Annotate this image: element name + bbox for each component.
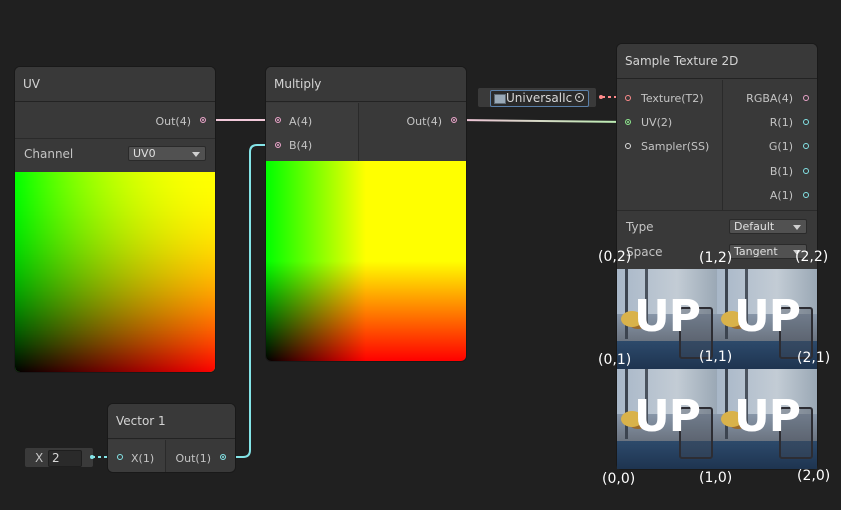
multiply-preview-green-layer bbox=[266, 161, 466, 361]
texture-icon bbox=[494, 94, 506, 104]
sample-type-value: Default bbox=[734, 220, 775, 233]
sample-in-uv-port[interactable] bbox=[625, 119, 631, 125]
sample-type-dropdown[interactable]: Default bbox=[729, 219, 807, 234]
sample-in-texture-port[interactable] bbox=[625, 95, 631, 101]
texture-link-dot bbox=[599, 95, 603, 99]
uv-preview-green-layer bbox=[15, 172, 215, 372]
uv-node-title: UV bbox=[15, 67, 215, 102]
multiply-out-label: Out(4) bbox=[406, 115, 442, 128]
vector1-x-field-container: X 2 bbox=[25, 448, 93, 467]
sample-out-a-port[interactable] bbox=[803, 192, 809, 198]
sample-out-r-label: R(1) bbox=[769, 116, 793, 129]
sample-type-label: Type bbox=[626, 220, 654, 234]
sample-in-sampler-port[interactable] bbox=[625, 143, 631, 149]
texture-object-field[interactable]: UniversalIc bbox=[490, 90, 589, 107]
multiply-out-port[interactable] bbox=[451, 117, 457, 123]
sample-node-title: Sample Texture 2D bbox=[617, 44, 817, 79]
coord-label-0-0: (0,0) bbox=[602, 471, 636, 487]
coord-label-1-0: (1,0) bbox=[699, 470, 733, 486]
sample-out-r-port[interactable] bbox=[803, 119, 809, 125]
texture-input-label: UniversalIc bbox=[506, 91, 573, 105]
vector1-out-label: Out(1) bbox=[175, 452, 211, 465]
vector1-x-value: 2 bbox=[52, 451, 60, 465]
sample-out-g-label: G(1) bbox=[768, 140, 793, 153]
sample-in-texture-label: Texture(T2) bbox=[641, 92, 704, 105]
sample-out-b-port[interactable] bbox=[803, 168, 809, 174]
multiply-node-title: Multiply bbox=[266, 67, 466, 102]
uv-channel-value: UV0 bbox=[133, 147, 156, 160]
sample-space-label: Space bbox=[626, 245, 663, 259]
coord-label-2-1: (2,1) bbox=[797, 350, 831, 366]
uv-preview bbox=[15, 172, 215, 372]
vector1-x-field-label: X bbox=[35, 451, 44, 465]
sample-out-a-label: A(1) bbox=[769, 189, 793, 202]
multiply-in-a-port[interactable] bbox=[275, 117, 281, 123]
multiply-in-b-label: B(4) bbox=[289, 139, 313, 152]
multiply-node[interactable]: Multiply A(4) B(4) Out(4) bbox=[266, 67, 466, 361]
sample-settings-divider bbox=[617, 210, 817, 211]
tile-up-text: UP bbox=[734, 291, 801, 342]
vector1-out-port[interactable] bbox=[220, 454, 226, 460]
sample-preview-tile: UP bbox=[717, 369, 817, 469]
multiply-in-a-label: A(4) bbox=[289, 115, 313, 128]
texture-input-container: UniversalIc bbox=[478, 88, 596, 107]
chevron-down-icon bbox=[793, 225, 801, 230]
tile-up-text: UP bbox=[734, 391, 801, 442]
sample-in-uv-label: UV(2) bbox=[641, 116, 673, 129]
wire-multiply-to-sample-uv bbox=[458, 119, 629, 123]
field-link-dot bbox=[90, 455, 94, 459]
multiply-preview bbox=[266, 161, 466, 361]
uv-divider bbox=[15, 138, 215, 139]
tile-up-text: UP bbox=[634, 391, 701, 442]
sample-out-g-port[interactable] bbox=[803, 143, 809, 149]
vector1-in-x-label: X(1) bbox=[131, 452, 155, 465]
vector1-in-x-port[interactable] bbox=[117, 454, 123, 460]
sample-in-sampler-label: Sampler(SS) bbox=[641, 140, 710, 153]
object-picker-icon[interactable] bbox=[575, 93, 584, 102]
sample-space-value: Tangent bbox=[734, 245, 778, 258]
coord-label-2-0: (2,0) bbox=[797, 468, 831, 484]
vector1-node-title: Vector 1 bbox=[108, 404, 235, 439]
multiply-in-b-port[interactable] bbox=[275, 142, 281, 148]
chevron-down-icon bbox=[192, 152, 200, 157]
coord-label-1-1: (1,1) bbox=[699, 349, 733, 365]
sample-out-b-label: B(1) bbox=[769, 165, 793, 178]
vector1-node[interactable]: Vector 1 X(1) Out(1) bbox=[108, 404, 235, 472]
coord-label-1-2: (1,2) bbox=[699, 250, 733, 266]
multiply-inputs-panel bbox=[266, 103, 359, 161]
sample-preview: UP UP UP UP bbox=[617, 269, 817, 469]
tile-up-text: UP bbox=[634, 291, 701, 342]
uv-channel-label: Channel bbox=[24, 147, 74, 161]
coord-label-0-2: (0,2) bbox=[598, 249, 632, 265]
vector1-x-field[interactable]: 2 bbox=[48, 450, 82, 467]
sample-preview-tile: UP bbox=[617, 369, 717, 469]
uv-out-label: Out(4) bbox=[155, 115, 191, 128]
uv-out-port[interactable] bbox=[200, 117, 206, 123]
sample-out-rgba-label: RGBA(4) bbox=[746, 92, 793, 105]
sample-out-rgba-port[interactable] bbox=[803, 95, 809, 101]
uv-node[interactable]: UV Out(4) Channel UV0 bbox=[15, 67, 215, 372]
coord-label-2-2: (2,2) bbox=[795, 249, 829, 265]
coord-label-0-1: (0,1) bbox=[598, 352, 632, 368]
uv-channel-dropdown[interactable]: UV0 bbox=[128, 146, 206, 161]
